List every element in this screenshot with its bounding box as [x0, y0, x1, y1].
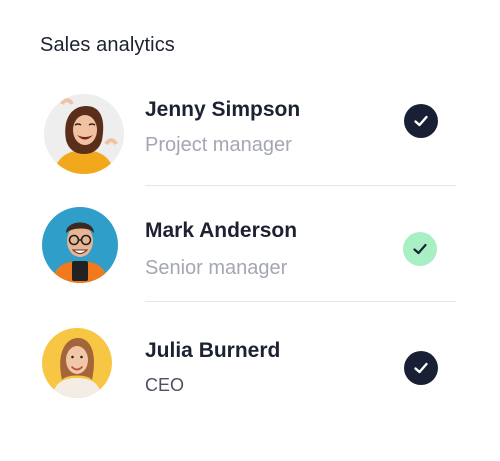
avatar — [44, 94, 124, 174]
status-toggle[interactable] — [403, 232, 437, 266]
person-name: Julia Burnerd — [145, 339, 281, 362]
avatar — [42, 328, 112, 398]
divider — [145, 301, 456, 302]
section-title: Sales analytics — [40, 34, 175, 56]
divider — [145, 185, 456, 186]
person-role: Senior manager — [145, 257, 288, 279]
person-role: CEO — [145, 375, 185, 395]
check-icon — [413, 243, 427, 255]
check-icon — [414, 115, 428, 127]
person-name: Jenny Simpson — [145, 98, 301, 121]
check-icon — [414, 362, 428, 374]
sales-analytics-card: Sales analytics Jenny Simpson Project ma… — [0, 0, 500, 461]
list-item[interactable]: Mark Anderson Senior manager — [40, 206, 456, 296]
status-toggle[interactable] — [404, 351, 438, 385]
list-item[interactable]: Julia Burnerd CEO — [40, 328, 456, 408]
person-role: Project manager — [145, 134, 292, 156]
list-item[interactable]: Jenny Simpson Project manager — [40, 90, 456, 180]
person-name: Mark Anderson — [145, 219, 298, 242]
avatar — [42, 207, 118, 283]
status-toggle[interactable] — [404, 104, 438, 138]
